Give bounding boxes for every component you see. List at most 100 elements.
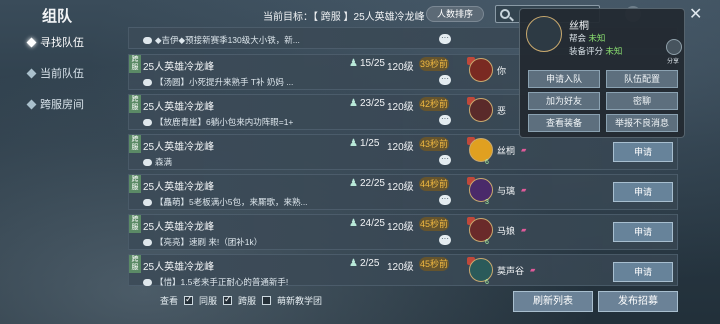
post-time-badge: 39秒前 <box>419 57 449 71</box>
more-icon[interactable]: ··· <box>439 75 451 85</box>
private-chat-button[interactable]: 密聊 <box>606 92 678 110</box>
filter-label: 同服 <box>199 296 218 306</box>
recruit-message: 【汤圆】小死提升来熟手 T补 奶妈 ... <box>143 76 423 88</box>
publish-recruit-button[interactable]: 发布招募 <box>598 291 678 312</box>
avatar <box>469 58 493 82</box>
more-icon[interactable]: ··· <box>439 195 451 205</box>
leader-info[interactable]: 与璃 ▰ <box>469 178 526 202</box>
page-title: 组队 <box>42 8 73 25</box>
team-config-button[interactable]: 队伍配置 <box>606 70 678 88</box>
leader-info[interactable]: 恶 <box>469 98 506 122</box>
level-requirement: 120级 <box>387 182 414 193</box>
chat-bubble-icon <box>143 199 152 207</box>
chat-bubble-icon <box>143 159 152 167</box>
leader-level: 6 <box>485 239 489 246</box>
leader-info[interactable]: 马娘 ▰ <box>469 218 526 242</box>
filter-label: 萌新教学团 <box>277 296 323 306</box>
leader-name: 莫声谷 <box>497 265 525 276</box>
close-icon[interactable]: ✕ <box>689 4 702 24</box>
vip-icon: ▰ <box>521 227 527 234</box>
chat-bubble-icon <box>143 239 152 247</box>
apply-button[interactable]: 申请 <box>613 222 673 242</box>
sort-by-count-button[interactable]: 人数排序 <box>426 6 484 22</box>
chat-bubble-icon <box>143 37 152 45</box>
apply-button[interactable]: 申请 <box>613 262 673 282</box>
post-time-badge: 43秒前 <box>419 137 449 151</box>
leader-level: 6 <box>485 279 489 286</box>
request-join-button[interactable]: 申请入队 <box>528 70 600 88</box>
team-target: 25人英雄冷龙峰 <box>143 222 215 233</box>
sidebar-item-current-team[interactable]: 当前队伍 <box>26 65 84 81</box>
cross-server-tag: 跨服 <box>129 175 141 193</box>
member-count: 22/25 <box>349 178 385 189</box>
team-target: 25人英雄冷龙峰 <box>143 182 215 193</box>
more-icon[interactable]: ··· <box>439 235 451 245</box>
post-time-badge: 45秒前 <box>419 257 449 271</box>
team-row[interactable]: 跨服 25人英雄冷龙峰 1/25 120级 43秒前 森满 ··· 丝桐▰ 6 … <box>128 134 678 170</box>
recruit-message: 【矗萌】5老板满小5包，来厮歌，来熟... <box>143 196 423 208</box>
chat-bubble-icon <box>143 79 152 87</box>
level-requirement: 120级 <box>387 142 414 153</box>
leader-info[interactable]: 莫声谷 ▰ <box>469 258 535 282</box>
leader-name: 恶 <box>497 105 507 116</box>
recruit-message: 【惜】1.5老来手正耐心的普通新手! <box>143 276 423 288</box>
leader-name: 马娘 <box>497 225 516 236</box>
more-icon[interactable]: ··· <box>439 34 451 44</box>
level-requirement: 120级 <box>387 222 414 233</box>
post-time-badge: 44秒前 <box>419 177 449 191</box>
avatar <box>469 258 493 282</box>
avatar <box>469 178 493 202</box>
apply-button[interactable]: 申请 <box>613 142 673 162</box>
leader-level: 3 <box>485 199 489 206</box>
member-count: 2/25 <box>349 258 379 269</box>
current-target: 当前目标：【 跨服 】25人英雄冷龙峰 <box>263 12 425 23</box>
add-friend-button[interactable]: 加为好友 <box>528 92 600 110</box>
team-target: 25人英雄冷龙峰 <box>143 262 215 273</box>
filter-bar: 查看 同服 跨服 萌新教学团 <box>160 294 322 307</box>
more-icon[interactable]: ··· <box>439 115 451 125</box>
team-target: 25人英雄冷龙峰 <box>143 62 215 73</box>
cross-server-tag: 跨服 <box>129 135 141 153</box>
cross-server-tag: 跨服 <box>129 95 141 113</box>
recruit-message: 【亮亮】速刷 来!（团补1k） <box>143 236 423 248</box>
team-target: 25人英雄冷龙峰 <box>143 102 215 113</box>
player-popup: 丝桐 帮会 未知 装备评分 未知 分享 申请入队 队伍配置 加为好友 密聊 查看… <box>519 8 685 138</box>
guild-info: 帮会 未知 <box>569 33 606 43</box>
diamond-icon <box>26 68 37 78</box>
leader-info[interactable]: 你 <box>469 58 506 82</box>
leader-info[interactable]: 丝桐 ▰ <box>469 138 526 162</box>
leader-name: 与璃 <box>497 185 516 196</box>
sidebar-item-label: 寻找队伍 <box>40 37 84 49</box>
player-name: 丝桐 <box>569 21 589 32</box>
share-icon[interactable] <box>666 39 682 55</box>
refresh-list-button[interactable]: 刷新列表 <box>513 291 593 312</box>
view-equipment-button[interactable]: 查看装备 <box>528 114 600 132</box>
sidebar-item-cross-server[interactable]: 跨服房间 <box>26 96 84 112</box>
team-row[interactable]: 跨服 25人英雄冷龙峰 22/25 120级 44秒前 【矗萌】5老板满小5包，… <box>128 174 678 210</box>
sidebar-item-find-team[interactable]: 寻找队伍 <box>26 34 84 50</box>
same-server-checkbox[interactable] <box>184 294 194 305</box>
avatar <box>469 218 493 242</box>
level-requirement: 120级 <box>387 262 414 273</box>
view-label: 查看 <box>160 296 179 306</box>
level-requirement: 120级 <box>387 102 414 113</box>
apply-button[interactable]: 申请 <box>613 182 673 202</box>
chat-bubble-icon <box>143 279 152 287</box>
cross-server-checkbox[interactable] <box>223 294 233 305</box>
gear-score-info: 装备评分 未知 <box>569 46 623 56</box>
recruit-message: 【放鹿青崖】6躺小包来内功阵眼=1+ <box>143 116 423 128</box>
vip-icon: ▰ <box>521 187 527 194</box>
report-message-button[interactable]: 举报不良消息 <box>606 114 678 132</box>
team-row[interactable]: 跨服 25人英雄冷龙峰 2/25 120级 45秒前 【惜】1.5老来手正耐心的… <box>128 254 678 288</box>
member-count: 24/25 <box>349 218 385 229</box>
leader-name: 你 <box>497 65 507 76</box>
newbie-team-checkbox[interactable] <box>262 296 272 305</box>
level-requirement: 120级 <box>387 62 414 73</box>
leader-name: 丝桐 <box>497 145 516 156</box>
diamond-icon <box>26 99 37 109</box>
member-count: 23/25 <box>349 98 385 109</box>
post-time-badge: 45秒前 <box>419 217 449 231</box>
team-row[interactable]: 跨服 25人英雄冷龙峰 24/25 120级 45秒前 【亮亮】速刷 来!（团补… <box>128 214 678 250</box>
more-icon[interactable]: ··· <box>439 155 451 165</box>
cross-server-tag: 跨服 <box>129 55 141 73</box>
